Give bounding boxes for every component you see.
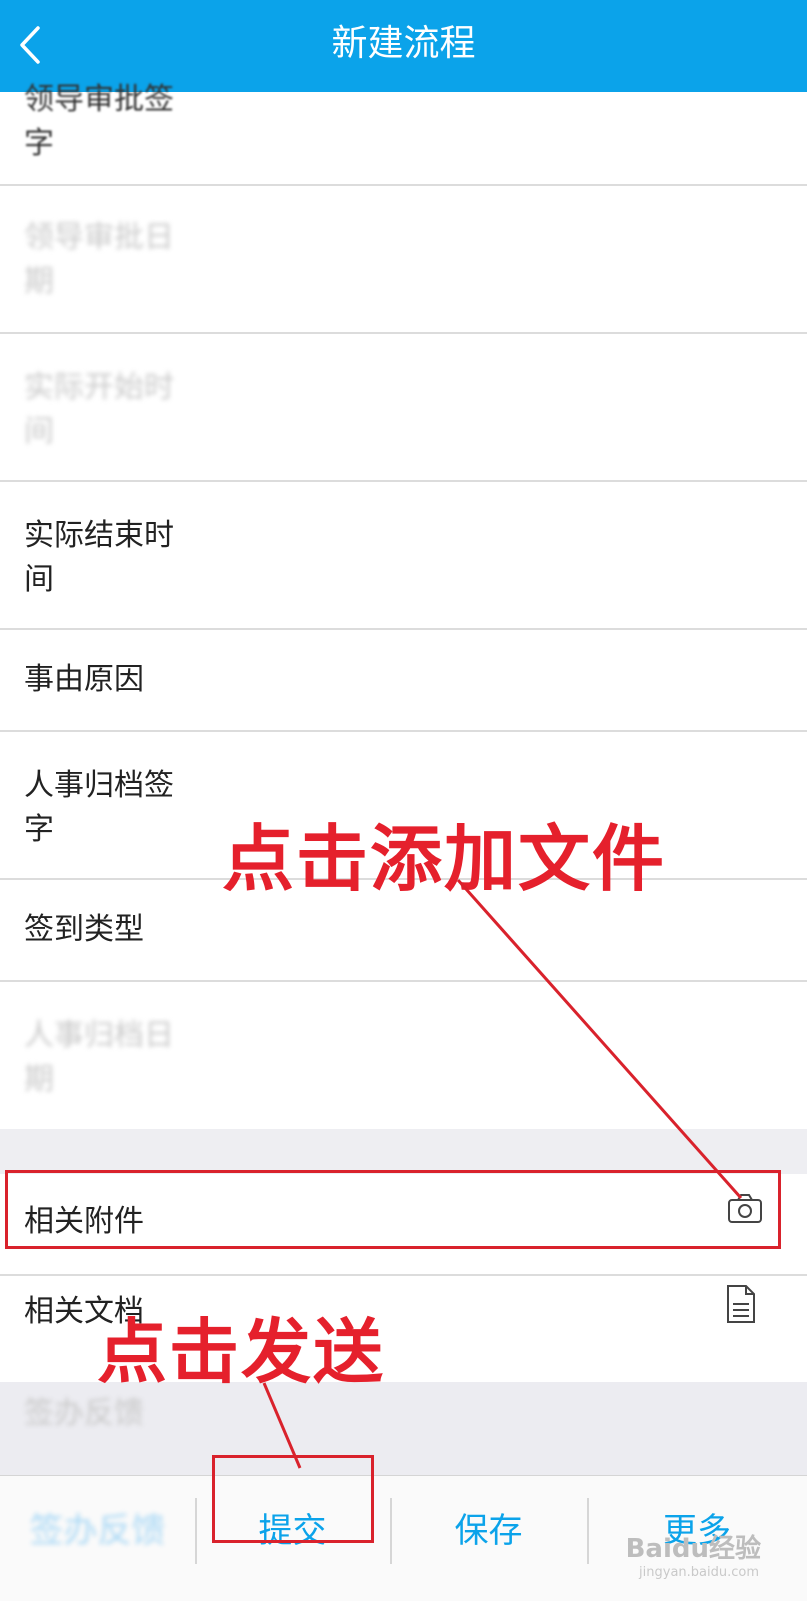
baidu-watermark-url: jingyan.baidu.com [639, 1565, 759, 1580]
arrow-to-submit [262, 1382, 302, 1469]
arrow-to-camera [456, 879, 743, 1199]
baidu-watermark: Baidu经验 [625, 1534, 761, 1564]
annotation-arrows [262, 879, 743, 1469]
